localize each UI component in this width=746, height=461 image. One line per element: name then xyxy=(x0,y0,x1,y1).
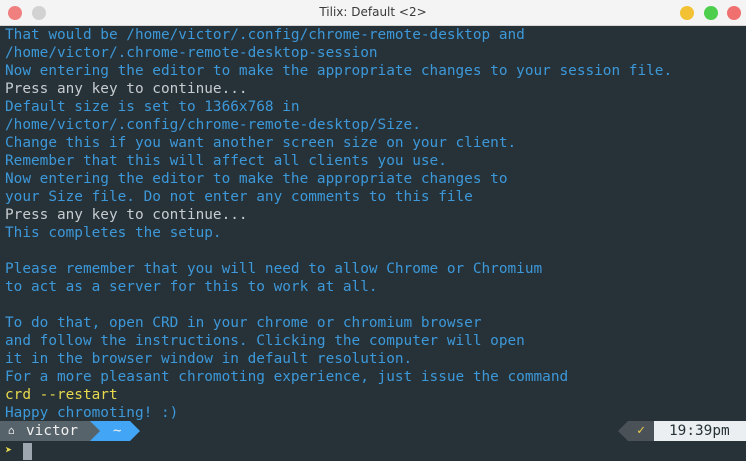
minimize-button[interactable] xyxy=(680,6,694,20)
command-input-line[interactable]: ➤ xyxy=(0,441,746,461)
output-line: Remember that this will affect all clien… xyxy=(5,153,447,169)
prompt-separator xyxy=(130,421,140,441)
output-line: /home/victor/.chrome-remote-desktop-sess… xyxy=(5,45,378,61)
prompt-bar: ⌂ victor ~ ✓ 19:39pm xyxy=(0,421,746,441)
output-line: /home/victor/.config/chrome-remote-deskt… xyxy=(5,117,421,133)
prompt-separator xyxy=(90,421,100,441)
output-line: and follow the instructions. Clicking th… xyxy=(5,333,525,349)
output-line: Please remember that you will need to al… xyxy=(5,261,543,277)
title-bar[interactable]: Tilix: Default <2> xyxy=(0,0,746,26)
output-line: Press any key to continue... xyxy=(5,207,248,223)
window-title: Tilix: Default <2> xyxy=(319,5,427,19)
output-line-command: crd --restart xyxy=(5,387,118,403)
output-line: This completes the setup. xyxy=(5,225,222,241)
terminal-output: That would be /home/victor/.config/chrom… xyxy=(5,26,672,422)
output-line: Change this if you want another screen s… xyxy=(5,135,517,151)
output-line: That would be /home/victor/.config/chrom… xyxy=(5,27,525,43)
output-line: Press any key to continue... xyxy=(5,81,248,97)
output-line: Now entering the editor to make the appr… xyxy=(5,171,508,187)
output-line: Default size is set to 1366x768 in xyxy=(5,99,300,115)
chevron-right-icon: ➤ xyxy=(5,443,13,457)
output-line: For a more pleasant chromoting experienc… xyxy=(5,369,569,385)
terminal-window: Tilix: Default <2> That would be /home/v… xyxy=(0,0,746,460)
output-line: it in the browser window in default reso… xyxy=(5,351,413,367)
maximize-button[interactable] xyxy=(704,6,718,20)
terminal-area[interactable]: That would be /home/victor/.config/chrom… xyxy=(0,26,746,460)
output-line: to act as a server for this to work at a… xyxy=(5,279,378,295)
prompt-username: victor xyxy=(26,423,78,439)
prompt-time: 19:39pm xyxy=(669,423,730,439)
prompt-time-segment: 19:39pm xyxy=(654,421,746,441)
close-button[interactable] xyxy=(727,6,741,20)
output-line: Now entering the editor to make the appr… xyxy=(5,63,673,79)
prompt-separator xyxy=(654,421,664,441)
prompt-separator xyxy=(618,421,628,441)
text-cursor xyxy=(23,443,32,460)
output-line: Happy chromoting! :) xyxy=(5,405,179,421)
home-icon: ⌂ xyxy=(8,424,15,437)
check-icon: ✓ xyxy=(628,421,654,441)
output-line: To do that, open CRD in your chrome or c… xyxy=(5,315,482,331)
prompt-user-segment: ⌂ victor xyxy=(0,421,90,441)
output-line: your Size file. Do not enter any comment… xyxy=(5,189,473,205)
prompt-directory: ~ xyxy=(113,423,122,439)
